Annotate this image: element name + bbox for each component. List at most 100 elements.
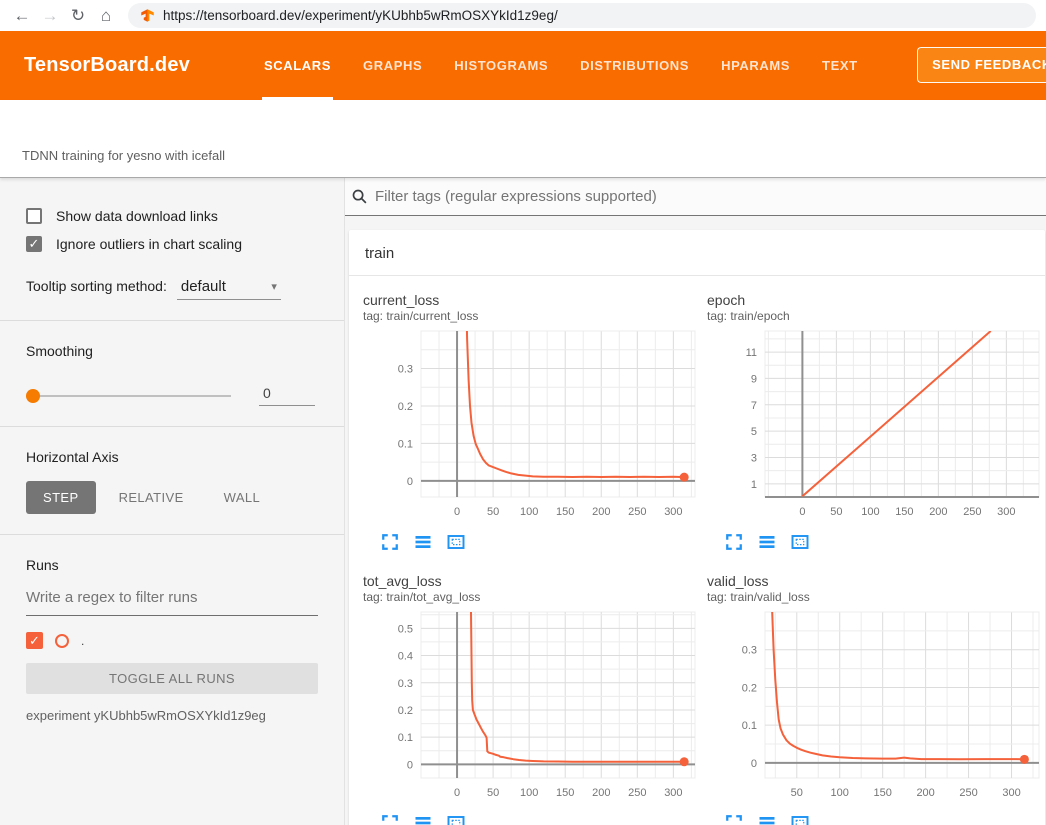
data-table-icon[interactable] (758, 533, 776, 551)
smoothing-value-field[interactable]: 0 (259, 385, 315, 406)
experiment-title: TDNN training for yesno with icefall (22, 148, 225, 163)
chart-title: current_loss (363, 292, 701, 308)
svg-text:300: 300 (664, 506, 682, 518)
send-feedback-button[interactable]: SEND FEEDBACK (917, 47, 1046, 83)
train-category-card: train current_loss tag: train/current_lo… (349, 230, 1045, 825)
expand-chart-icon[interactable] (725, 533, 743, 551)
tooltip-sorting-row: Tooltip sorting method: default ▾ (26, 278, 318, 300)
chart-title: epoch (707, 292, 1045, 308)
forward-icon[interactable]: → (36, 3, 64, 29)
svg-text:0.2: 0.2 (398, 705, 413, 717)
expand-chart-icon[interactable] (381, 533, 399, 551)
toggle-all-runs-button[interactable]: TOGGLE ALL RUNS (26, 663, 318, 694)
svg-text:0: 0 (454, 787, 460, 799)
svg-text:1: 1 (751, 479, 757, 491)
scalars-main-pane: Filter tags (regular expressions support… (345, 178, 1046, 825)
tab-scalars[interactable]: SCALARS (248, 31, 347, 100)
checkbox-unchecked-icon[interactable] (26, 208, 42, 224)
tooltip-sorting-label: Tooltip sorting method: (26, 278, 167, 294)
run-checkbox-checked-icon[interactable]: ✓ (26, 632, 43, 649)
scalar-line-chart[interactable]: 5010015020025030000.10.20.3 (707, 610, 1045, 802)
scalar-line-chart[interactable]: 0501001502002503001357911 (707, 329, 1045, 521)
scalar-line-chart[interactable]: 05010015020025030000.10.20.3 (363, 329, 701, 521)
svg-text:100: 100 (831, 787, 849, 799)
chart-toolbar (725, 533, 1045, 551)
svg-text:50: 50 (791, 787, 803, 799)
svg-text:0: 0 (454, 506, 460, 518)
divider (0, 426, 344, 427)
expand-chart-icon[interactable] (381, 814, 399, 825)
home-icon[interactable]: ⌂ (92, 3, 120, 29)
chart-tag: tag: train/epoch (707, 309, 1045, 323)
filter-tags-input[interactable]: Filter tags (regular expressions support… (345, 178, 1046, 216)
svg-text:250: 250 (959, 787, 977, 799)
svg-text:150: 150 (556, 787, 574, 799)
fit-domain-icon[interactable] (447, 814, 465, 825)
tab-histograms[interactable]: HISTOGRAMS (438, 31, 564, 100)
checkbox-checked-icon[interactable]: ✓ (26, 236, 42, 252)
tensorboard-favicon-icon (140, 8, 155, 23)
svg-text:7: 7 (751, 400, 757, 412)
tab-graphs[interactable]: GRAPHS (347, 31, 438, 100)
address-bar[interactable]: https://tensorboard.dev/experiment/yKUbh… (128, 3, 1036, 28)
chart-tag: tag: train/valid_loss (707, 590, 1045, 604)
tab-bar: SCALARS GRAPHS HISTOGRAMS DISTRIBUTIONS … (248, 31, 874, 100)
svg-text:0.1: 0.1 (398, 438, 413, 450)
svg-text:300: 300 (664, 787, 682, 799)
tab-text[interactable]: TEXT (806, 31, 874, 100)
reload-icon[interactable]: ↻ (64, 3, 92, 29)
scalar-line-chart[interactable]: 05010015020025030000.10.20.30.40.5 (363, 610, 701, 802)
tab-hparams[interactable]: HPARAMS (705, 31, 806, 100)
tab-distributions[interactable]: DISTRIBUTIONS (564, 31, 705, 100)
chart-tot-avg-loss: tot_avg_loss tag: train/tot_avg_loss 050… (363, 573, 701, 825)
svg-text:0.5: 0.5 (398, 623, 413, 635)
svg-text:150: 150 (873, 787, 891, 799)
svg-text:0: 0 (407, 759, 413, 771)
fit-domain-icon[interactable] (791, 533, 809, 551)
svg-text:200: 200 (929, 506, 947, 518)
run-color-swatch (55, 634, 69, 648)
horizontal-axis-buttons: STEP RELATIVE WALL (26, 481, 318, 514)
show-download-links-checkbox[interactable]: Show data download links (26, 202, 318, 230)
svg-text:200: 200 (592, 787, 610, 799)
svg-text:9: 9 (751, 373, 757, 385)
app-logo[interactable]: TensorBoard.dev (24, 54, 190, 77)
svg-text:0.1: 0.1 (742, 720, 757, 732)
data-table-icon[interactable] (758, 814, 776, 825)
svg-text:250: 250 (963, 506, 981, 518)
ignore-outliers-checkbox[interactable]: ✓ Ignore outliers in chart scaling (26, 230, 318, 258)
runs-regex-input[interactable]: Write a regex to filter runs (26, 589, 318, 616)
svg-text:100: 100 (520, 506, 538, 518)
fit-domain-icon[interactable] (447, 533, 465, 551)
data-table-icon[interactable] (414, 814, 432, 825)
svg-text:300: 300 (997, 506, 1015, 518)
slider-thumb[interactable] (26, 389, 40, 403)
category-header[interactable]: train (349, 230, 1045, 276)
axis-wall-button[interactable]: WALL (207, 481, 278, 514)
chart-title: valid_loss (707, 573, 1045, 589)
back-icon[interactable]: ← (8, 3, 36, 29)
chart-grid: current_loss tag: train/current_loss 050… (349, 276, 1045, 825)
svg-text:250: 250 (628, 787, 646, 799)
data-table-icon[interactable] (414, 533, 432, 551)
horizontal-axis-label: Horizontal Axis (26, 449, 318, 465)
svg-text:0: 0 (799, 506, 805, 518)
svg-text:0.3: 0.3 (742, 645, 757, 657)
svg-text:200: 200 (592, 506, 610, 518)
svg-text:0.4: 0.4 (398, 651, 413, 663)
url-text: https://tensorboard.dev/experiment/yKUbh… (163, 8, 558, 23)
axis-relative-button[interactable]: RELATIVE (102, 481, 201, 514)
run-name: . (81, 634, 84, 648)
svg-text:250: 250 (628, 506, 646, 518)
tooltip-sorting-select[interactable]: default ▾ (177, 278, 281, 300)
runs-regex-placeholder: Write a regex to filter runs (26, 589, 197, 606)
svg-text:0.3: 0.3 (398, 363, 413, 375)
smoothing-slider[interactable] (26, 395, 231, 397)
svg-text:200: 200 (916, 787, 934, 799)
expand-chart-icon[interactable] (725, 814, 743, 825)
axis-step-button[interactable]: STEP (26, 481, 96, 514)
chart-toolbar (381, 814, 701, 825)
run-list-item[interactable]: ✓ . (26, 632, 318, 649)
fit-domain-icon[interactable] (791, 814, 809, 825)
svg-text:100: 100 (520, 787, 538, 799)
